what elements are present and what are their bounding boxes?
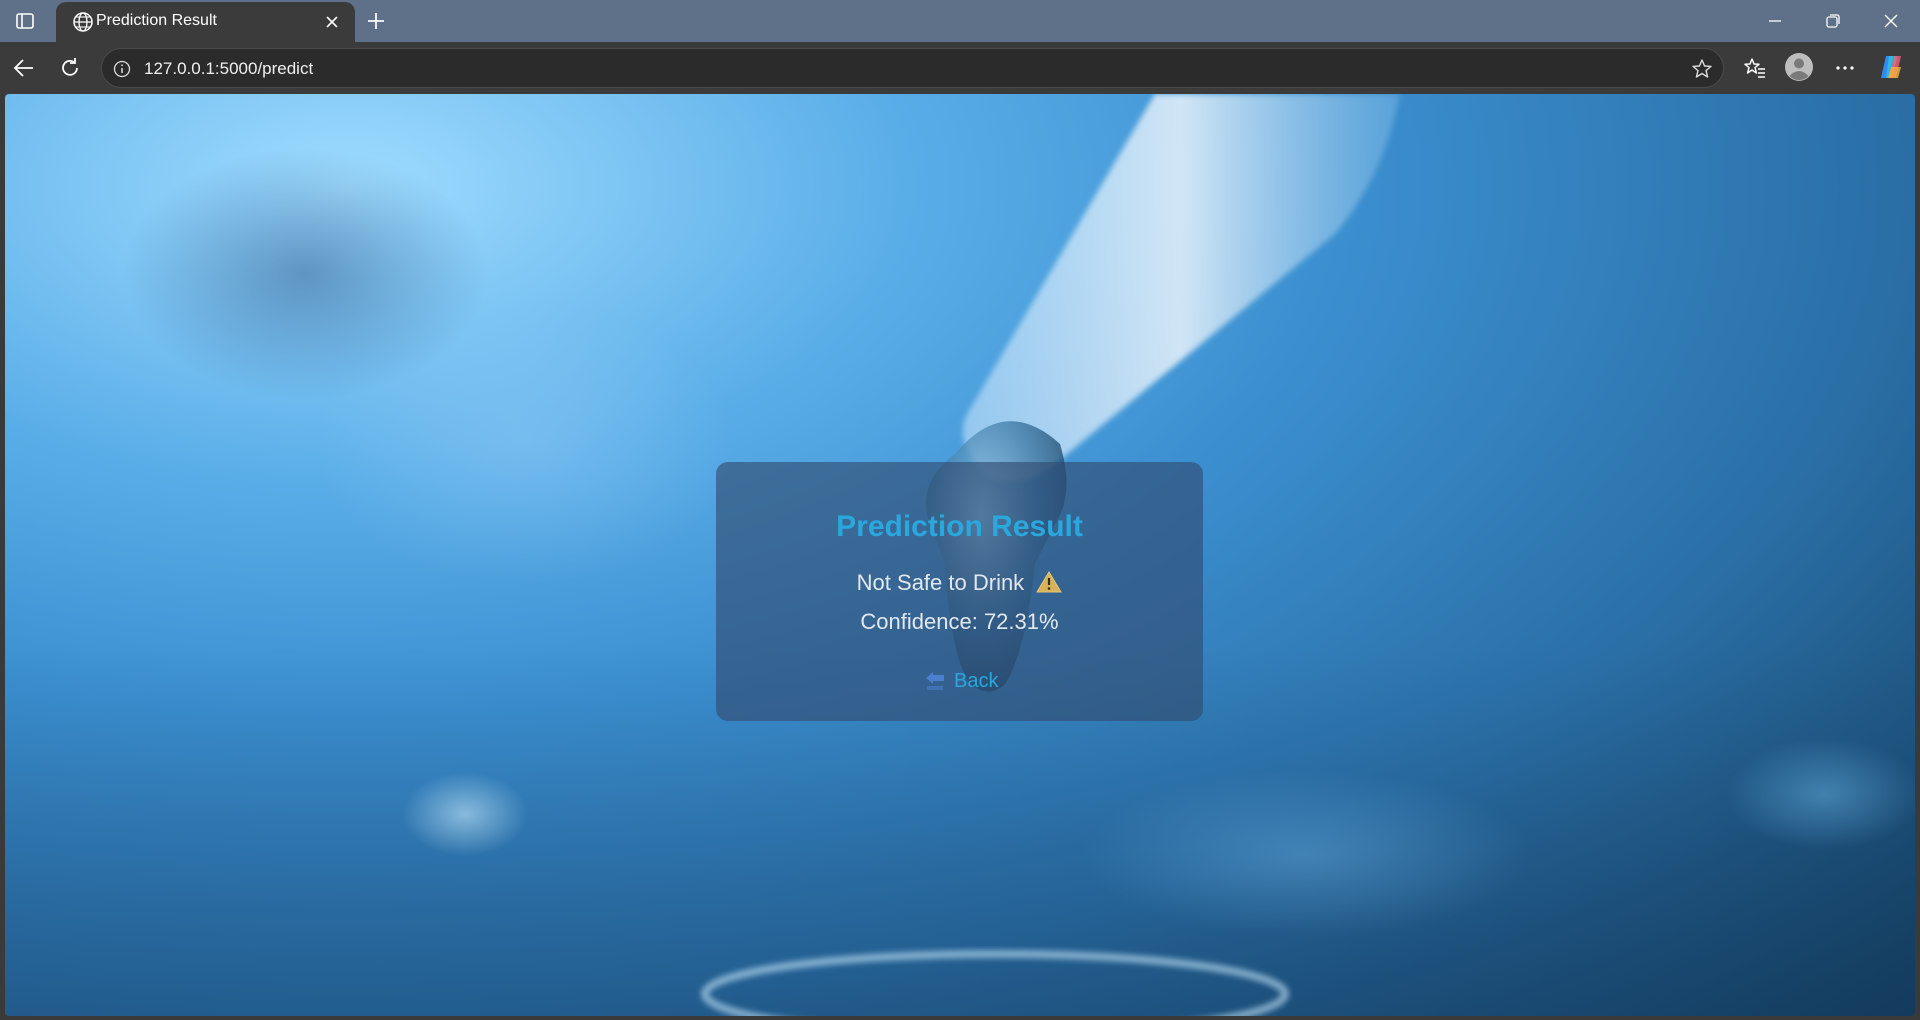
- browser-titlebar: Prediction Result: [0, 0, 1920, 42]
- back-arrow-icon: [924, 670, 948, 692]
- browser-toolbar: 127.0.0.1:5000/predict: [0, 42, 1920, 94]
- browser-tab[interactable]: Prediction Result: [56, 2, 355, 42]
- restore-icon[interactable]: [1808, 6, 1858, 36]
- window-close-icon[interactable]: [1866, 6, 1916, 36]
- close-icon[interactable]: [321, 11, 343, 33]
- favorites-icon[interactable]: [1740, 53, 1770, 83]
- tab-title: Prediction Result: [96, 12, 217, 29]
- back-link[interactable]: Back: [924, 668, 998, 694]
- page-title: Prediction Result: [836, 510, 1083, 543]
- confidence-text: Confidence: 72.31%: [860, 609, 1059, 634]
- more-icon[interactable]: [1830, 53, 1860, 83]
- address-url[interactable]: 127.0.0.1:5000/predict: [144, 59, 313, 79]
- star-icon[interactable]: [1689, 56, 1715, 82]
- prediction-status-text: Not Safe to Drink: [856, 570, 1025, 595]
- prediction-status: Not Safe to Drink: [716, 570, 1203, 596]
- warning-icon: [1036, 571, 1063, 593]
- page-viewport: Prediction Result Not Safe to Drink Conf…: [5, 94, 1915, 1016]
- back-arrow-icon[interactable]: [9, 53, 39, 83]
- back-link-label: Back: [954, 669, 999, 692]
- globe-icon: [72, 11, 94, 33]
- address-bar[interactable]: 127.0.0.1:5000/predict: [101, 48, 1724, 88]
- sidebar-toggle-icon[interactable]: [14, 10, 36, 32]
- profile-icon[interactable]: [1784, 52, 1814, 82]
- plus-icon[interactable]: [363, 8, 389, 34]
- result-card: Prediction Result Not Safe to Drink Conf…: [716, 462, 1203, 721]
- info-icon[interactable]: [110, 57, 134, 81]
- reload-icon[interactable]: [55, 53, 85, 83]
- minimize-icon[interactable]: [1750, 6, 1800, 36]
- copilot-icon[interactable]: [1876, 52, 1906, 82]
